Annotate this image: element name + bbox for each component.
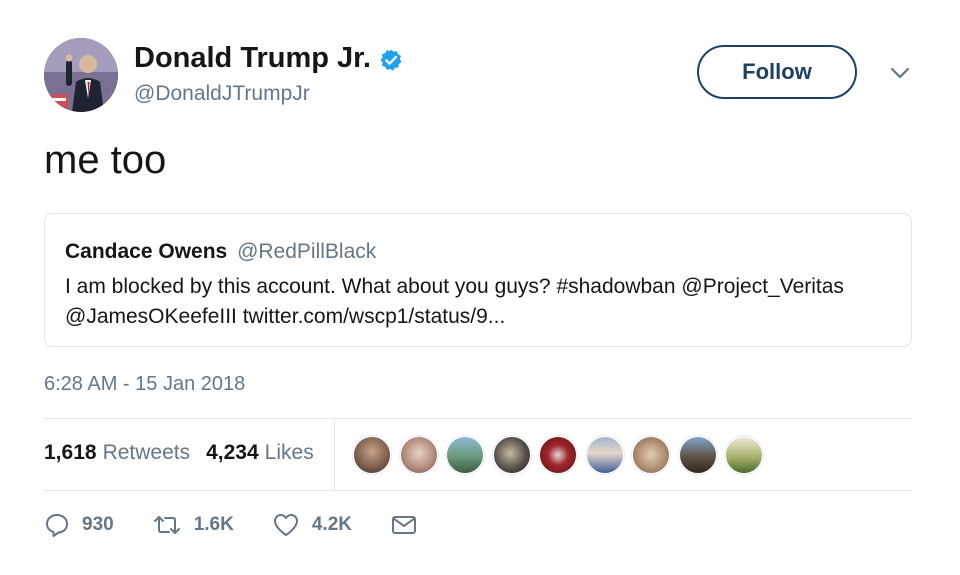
verified-badge-icon	[379, 47, 403, 71]
divider	[44, 418, 912, 419]
tweet-text: me too	[44, 138, 167, 182]
liker-avatar[interactable]	[446, 436, 484, 474]
follow-button[interactable]: Follow	[697, 45, 857, 99]
heart-icon	[273, 514, 298, 536]
reply-icon	[46, 514, 68, 537]
author-name-text[interactable]: Donald Trump Jr.	[134, 42, 371, 75]
retweet-button[interactable]: 1.6K	[152, 512, 234, 538]
avatar-image	[44, 38, 118, 112]
reply-count: 930	[82, 514, 114, 535]
tweet-stats: 1,618 Retweets 4,234 Likes	[44, 441, 330, 465]
liker-avatar[interactable]	[353, 436, 391, 474]
divider	[44, 490, 912, 491]
author-handle[interactable]: @DonaldJTrumpJr	[134, 82, 310, 106]
liker-avatar[interactable]	[399, 436, 438, 474]
direct-message-button[interactable]	[390, 512, 430, 538]
retweet-icon	[153, 516, 180, 534]
tweet-actions: 930 1.6K 4.2K	[44, 512, 468, 538]
retweet-count: 1.6K	[193, 514, 234, 535]
stats-divider	[334, 419, 335, 490]
retweets-count: 1,618	[44, 441, 97, 464]
quoted-tweet-card[interactable]: Candace Owens @RedPillBlack I am blocked…	[44, 213, 912, 347]
envelope-icon	[391, 516, 416, 534]
likers-avatar-list	[353, 436, 772, 474]
liker-avatar[interactable]	[492, 436, 531, 474]
quoted-tweet-header: Candace Owens @RedPillBlack	[65, 240, 376, 264]
like-count: 4.2K	[311, 514, 352, 535]
retweets-label: Retweets	[102, 441, 191, 464]
liker-avatar[interactable]	[632, 436, 670, 474]
like-button[interactable]: 4.2K	[272, 512, 352, 538]
tweet-timestamp[interactable]: 6:28 AM - 15 Jan 2018	[44, 373, 245, 396]
retweets-stat[interactable]: 1,618 Retweets	[44, 441, 190, 465]
liker-avatar[interactable]	[585, 436, 624, 474]
quoted-author-name: Candace Owens	[65, 240, 228, 263]
author-avatar[interactable]	[44, 38, 118, 112]
liker-avatar[interactable]	[539, 436, 577, 474]
liker-avatar[interactable]	[725, 436, 763, 474]
likes-stat[interactable]: 4,234 Likes	[206, 441, 314, 465]
reply-button[interactable]: 930	[44, 512, 114, 538]
chevron-down-icon[interactable]	[889, 66, 911, 80]
author-name[interactable]: Donald Trump Jr.	[134, 42, 403, 75]
liker-avatar[interactable]	[678, 436, 717, 474]
likes-count: 4,234	[206, 441, 259, 464]
likes-label: Likes	[264, 441, 314, 464]
quoted-tweet-text: I am blocked by this account. What about…	[65, 275, 844, 328]
quoted-author-handle: @RedPillBlack	[237, 240, 377, 263]
